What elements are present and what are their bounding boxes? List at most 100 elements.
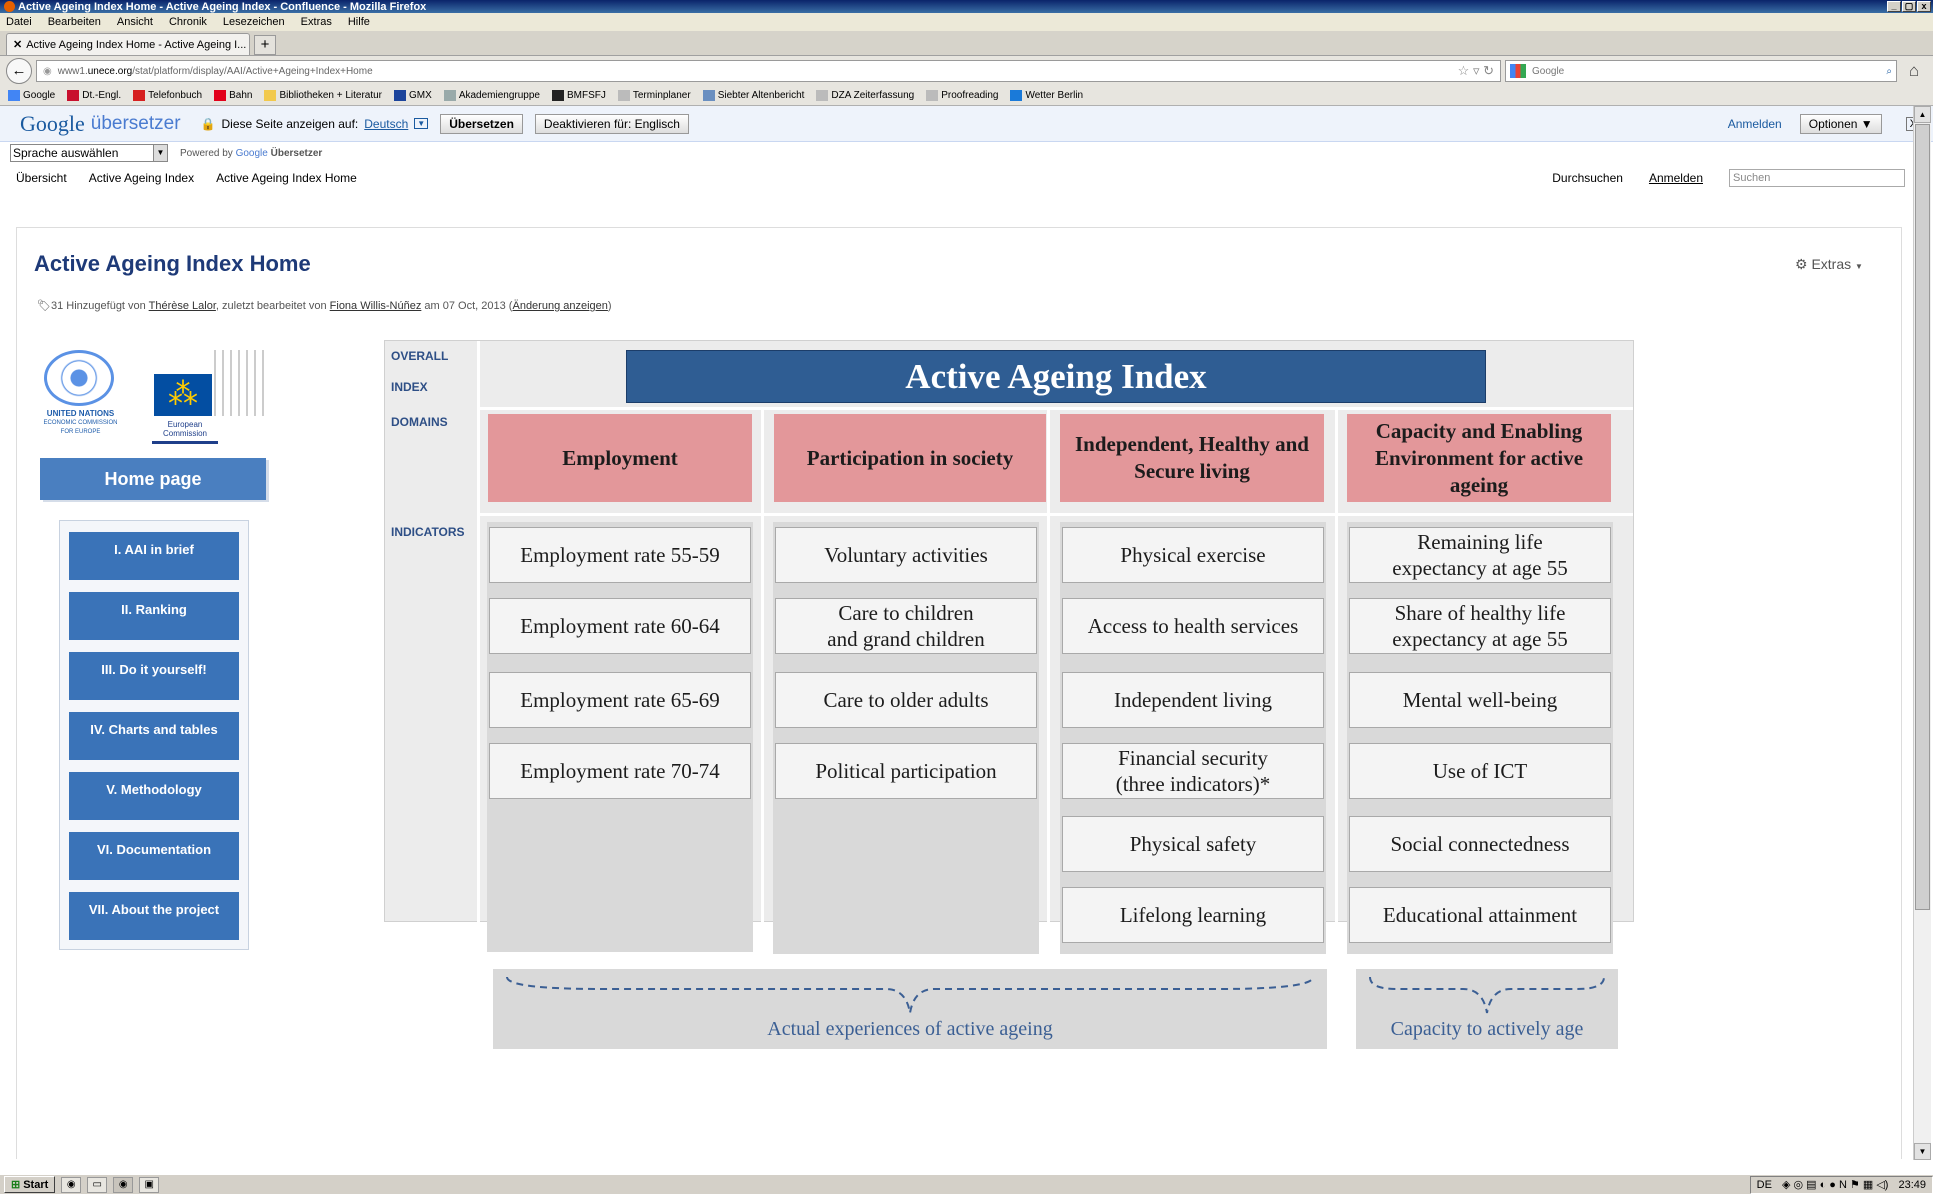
indicator-label: Independent living (1113, 688, 1273, 712)
new-tab-button[interactable]: + (254, 35, 276, 55)
indicator-box: Care to older adults (775, 672, 1037, 728)
chevron-down-icon: ▼ (1855, 262, 1863, 271)
indicator-label: Political participation (815, 759, 997, 783)
clock: 23:49 (1898, 1178, 1926, 1191)
indicator-label: Employment rate 70-74 (520, 759, 720, 783)
close-window-button[interactable]: x (1917, 1, 1931, 12)
bookmark-item[interactable]: Bahn (214, 90, 252, 101)
search-bar[interactable]: Google ⌕ (1505, 60, 1897, 82)
bookmark-item[interactable]: GMX (394, 90, 432, 101)
menu-lesezeichen[interactable]: Lesezeichen (223, 16, 285, 28)
back-button[interactable]: ← (6, 58, 32, 84)
language-dropdown[interactable]: Deutsch (364, 117, 408, 131)
search-icon[interactable]: ⌕ (1886, 66, 1896, 77)
app-taskbar-icon[interactable]: ▣ (139, 1176, 160, 1193)
minimize-button[interactable]: _ (1887, 1, 1901, 12)
bookmark-item[interactable]: Proofreading (926, 90, 998, 101)
firefox-taskbar-icon[interactable]: ◉ (61, 1176, 82, 1193)
breadcrumb-space[interactable]: Active Ageing Index (89, 171, 194, 185)
reload-icon[interactable]: ↻ (1483, 63, 1494, 78)
search-input[interactable]: Suchen (1729, 169, 1905, 187)
page-title: Active Ageing Index Home (34, 251, 311, 276)
tab-title: Active Ageing Index Home - Active Ageing… (26, 38, 247, 51)
vertical-scrollbar[interactable]: ▲ ▼ (1913, 106, 1931, 1160)
eu-logo-text: European Commission (152, 420, 218, 444)
globe-icon: ◉ (43, 65, 52, 77)
browser-tab[interactable]: ✕ Active Ageing Index Home - Active Agei… (6, 33, 250, 55)
bookmark-label: Wetter Berlin (1025, 90, 1084, 101)
menu-hilfe[interactable]: Hilfe (348, 16, 370, 28)
indicator-box: Financial security (three indicators)* (1062, 743, 1324, 799)
bookmarks-bar: Google Dt.-Engl. Telefonbuch Bahn Bibliothek… (0, 86, 1933, 106)
window-title-bar: Active Ageing Index Home - Active Ageing… (0, 0, 1933, 13)
breadcrumb-page[interactable]: Active Ageing Index Home (216, 171, 357, 185)
scroll-down-icon[interactable]: ▼ (1914, 1143, 1931, 1160)
aai-diagram: OVERALL INDEX DOMAINS INDICATORS Active … (384, 340, 1634, 1049)
menu-datei[interactable]: Datei (6, 16, 32, 28)
bookmark-item[interactable]: Bibliotheken + Literatur (264, 90, 382, 101)
folder-taskbar-icon[interactable]: ▭ (87, 1176, 108, 1193)
sidebar-item[interactable]: III. Do it yourself! (69, 652, 239, 700)
extras-menu[interactable]: ⚙ Extras ▼ (1795, 256, 1863, 273)
sidebar-item[interactable]: IV. Charts and tables (69, 712, 239, 760)
bookmark-item[interactable]: Wetter Berlin (1010, 90, 1083, 101)
start-button[interactable]: ⊞ Start (4, 1176, 56, 1193)
bookmark-item[interactable]: Google (8, 90, 55, 101)
bookmark-item[interactable]: Akademiengruppe (443, 90, 540, 101)
login-link[interactable]: Anmelden (1649, 171, 1703, 185)
window-title: Active Ageing Index Home - Active Ageing… (18, 0, 427, 13)
scroll-thumb[interactable] (1915, 124, 1930, 910)
bookmark-icon (926, 90, 939, 101)
bookmark-item[interactable]: Siebter Altenbericht (702, 90, 804, 101)
bookmark-item[interactable]: Telefonbuch (133, 90, 202, 101)
browse-menu[interactable]: Durchsuchen (1552, 171, 1623, 185)
indicator-box: Social connectedness (1349, 816, 1611, 872)
sidebar-item[interactable]: VI. Documentation (69, 832, 239, 880)
translate-signin-link[interactable]: Anmelden (1728, 117, 1782, 131)
dropdown-arrow-icon[interactable]: ▿ (1473, 63, 1480, 78)
bookmark-label: Bibliotheken + Literatur (279, 90, 383, 101)
url-path: /stat/platform/display/AAI/Active+Ageing… (132, 65, 373, 77)
indicator-label: Educational attainment (1382, 903, 1578, 927)
show-changes-link[interactable]: Änderung anzeigen (512, 300, 607, 312)
language-indicator[interactable]: DE (1757, 1179, 1772, 1191)
indicator-box: Employment rate 55-59 (489, 527, 751, 583)
home-page-button[interactable]: Home page (40, 458, 266, 500)
scroll-up-icon[interactable]: ▲ (1914, 106, 1931, 123)
label-index: INDEX (391, 380, 428, 394)
logos: UNITED NATIONS ECONOMIC COMMISSION FOR EU… (38, 344, 268, 444)
options-button[interactable]: Optionen ▼ (1799, 113, 1882, 134)
sidebar-item[interactable]: VII. About the project (69, 892, 239, 940)
sidebar-item[interactable]: II. Ranking (69, 592, 239, 640)
author-link[interactable]: Thérèse Lalor (149, 300, 216, 312)
translate-logo-text: übersetzer (90, 112, 181, 134)
home-icon[interactable]: ⌂ (1901, 61, 1927, 81)
bookmark-icon (67, 90, 80, 101)
menu-chronik[interactable]: Chronik (169, 16, 207, 28)
google-search-engine-icon[interactable] (1510, 64, 1526, 78)
bookmark-item[interactable]: DZA Zeiterfassung (816, 90, 914, 101)
bookmark-item[interactable]: Terminplaner (617, 90, 691, 101)
menu-extras[interactable]: Extras (301, 16, 332, 28)
menu-bearbeiten[interactable]: Bearbeiten (48, 16, 101, 28)
bookmark-label: Terminplaner (632, 90, 691, 101)
bookmark-icon (617, 90, 630, 101)
tray-icons: ◈ ◎ ▤ ◐ ● N ⚑ ▦ ◁) (1781, 1179, 1889, 1191)
bookmark-item[interactable]: Dt.-Engl. (67, 90, 121, 101)
bookmark-icon (394, 90, 407, 101)
firefox-window-taskbar-icon[interactable]: ◉ (113, 1176, 134, 1193)
translate-button[interactable]: Übersetzen (440, 113, 523, 134)
url-bar[interactable]: ◉ www1. unece.org/stat/platform/display/A… (36, 60, 1501, 82)
menu-ansicht[interactable]: Ansicht (117, 16, 153, 28)
deactivate-button[interactable]: Deaktivieren für: Englisch (534, 113, 689, 134)
sidebar-item[interactable]: V. Methodology (69, 772, 239, 820)
language-select[interactable]: Sprache auswählen ▼ (10, 144, 168, 162)
indicator-label: Lifelong learning (1119, 903, 1267, 927)
bookmark-item[interactable]: BMFSFJ (551, 90, 606, 101)
bookmark-star-icon[interactable]: ☆ (1458, 63, 1470, 78)
editor-link[interactable]: Fiona Willis-Núñez (330, 300, 422, 312)
maximize-button[interactable]: ▢ (1902, 1, 1916, 12)
breadcrumb-overview[interactable]: Übersicht (16, 171, 67, 185)
sidebar-item[interactable]: I. AAI in brief (69, 532, 239, 580)
chevron-down-icon[interactable]: ▼ (414, 118, 429, 129)
